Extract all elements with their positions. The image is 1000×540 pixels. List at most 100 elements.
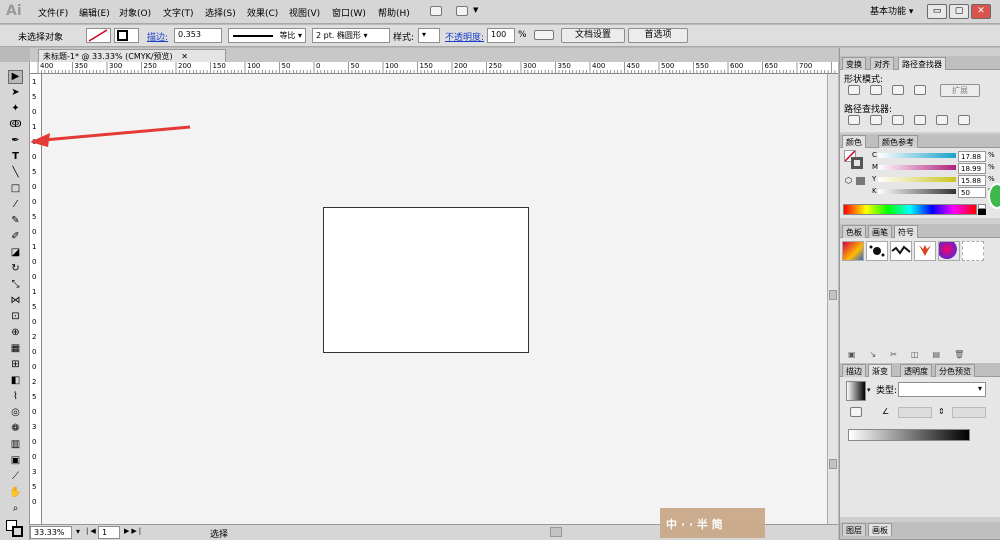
recolor-icon[interactable] (534, 30, 554, 40)
blend-tool-icon[interactable]: ◎ (8, 406, 23, 420)
color-stroke-swatch[interactable] (851, 157, 863, 169)
slice-tool-icon[interactable]: ⟋ (8, 470, 23, 484)
channel-value-field[interactable]: 50 (958, 187, 986, 198)
tab-layers[interactable]: 图层 (842, 523, 866, 536)
style-select[interactable]: ▾ (418, 28, 440, 43)
maximize-button[interactable]: ▢ (949, 4, 969, 19)
crop-icon[interactable] (914, 115, 926, 125)
reverse-gradient-icon[interactable] (850, 407, 862, 417)
exclude-icon[interactable] (914, 85, 926, 95)
perspective-grid-tool-icon[interactable]: ▦ (8, 342, 23, 356)
opacity-label[interactable]: 不透明度: (445, 30, 484, 43)
document-tab[interactable]: 未标题-1* @ 33.33% (CMYK/预览) ✕ (38, 49, 226, 62)
scroll-thumb[interactable] (829, 459, 837, 469)
symbol-swatch[interactable] (914, 241, 936, 261)
symbol-swatch[interactable] (890, 241, 912, 261)
menu-window[interactable]: 窗口(W) (332, 6, 366, 19)
direct-selection-tool-icon[interactable]: ➤ (8, 86, 23, 100)
tab-align[interactable]: 对齐 (870, 57, 894, 70)
pencil-tool-icon[interactable]: ✎ (8, 214, 23, 228)
tab-gradient[interactable]: 渐变 (868, 364, 892, 377)
blob-brush-tool-icon[interactable]: ✐ (8, 230, 23, 244)
symbol-swatch[interactable] (938, 241, 960, 261)
arrange-documents-icon[interactable] (456, 6, 468, 16)
tab-color[interactable]: 颜色 (842, 135, 866, 148)
out-of-gamut-swatch[interactable] (856, 177, 865, 185)
stroke-color-swatch[interactable] (114, 28, 139, 43)
scale-tool-icon[interactable]: ⤡ (8, 278, 23, 292)
tab-brushes[interactable]: 画笔 (868, 225, 892, 238)
menu-type[interactable]: 文字(T) (163, 6, 194, 19)
gradient-slider[interactable] (848, 429, 970, 441)
stroke-swatch[interactable] (12, 526, 23, 537)
selection-tool-icon[interactable]: ▶ (8, 70, 23, 84)
shape-builder-tool-icon[interactable]: ⊕ (8, 326, 23, 340)
angle-field[interactable] (898, 407, 932, 418)
unite-icon[interactable] (848, 85, 860, 95)
close-tab-icon[interactable]: ✕ (181, 52, 188, 61)
floating-green-badge[interactable] (988, 183, 1000, 209)
document-setup-button[interactable]: 文档设置 (561, 28, 625, 43)
gradient-dropdown-icon[interactable]: ▾ (867, 386, 871, 394)
hand-tool-icon[interactable]: ✋ (8, 486, 23, 500)
opacity-field[interactable]: 100 (487, 28, 515, 43)
artboard[interactable] (323, 207, 529, 353)
color-spectrum[interactable] (843, 204, 977, 215)
rotate-tool-icon[interactable]: ↻ (8, 262, 23, 276)
stroke-weight-field[interactable]: 0.353 (174, 28, 222, 43)
channel-value-field[interactable]: 17.88 (958, 151, 986, 162)
channel-slider[interactable] (878, 165, 956, 170)
gradient-tool-icon[interactable]: ◧ (8, 374, 23, 388)
tab-transform[interactable]: 变换 (842, 57, 866, 70)
tab-color-guide[interactable]: 颜色参考 (878, 135, 918, 148)
tab-stroke[interactable]: 描边 (842, 364, 866, 377)
gradient-preview[interactable] (846, 381, 866, 401)
menu-file[interactable]: 文件(F) (38, 6, 68, 19)
close-window-button[interactable]: ✕ (971, 4, 991, 19)
channel-slider[interactable] (878, 177, 956, 182)
tab-transparency[interactable]: 透明度 (900, 364, 932, 377)
line-tool-icon[interactable]: ╲ (8, 166, 23, 180)
scroll-thumb[interactable] (829, 290, 837, 300)
symbol-panel-toolbar[interactable]: ▣↘✂◫▤🗑 (848, 350, 978, 359)
magic-wand-tool-icon[interactable]: ✦ (8, 102, 23, 116)
artboard-tool-icon[interactable]: ▣ (8, 454, 23, 468)
gradient-type-select[interactable]: ▾ (898, 382, 986, 397)
tab-artboards[interactable]: 画板 (868, 523, 892, 536)
menu-view[interactable]: 视图(V) (289, 6, 320, 19)
symbol-swatch[interactable] (866, 241, 888, 261)
lasso-tool-icon[interactable]: ↂ (8, 118, 23, 132)
tab-pathfinder[interactable]: 路径查找器 (898, 57, 946, 70)
tab-separations-preview[interactable]: 分色预览 (935, 364, 975, 377)
tab-symbols[interactable]: 符号 (894, 225, 918, 238)
channel-slider[interactable] (878, 189, 956, 194)
vertical-scrollbar[interactable] (827, 74, 838, 524)
zoom-field[interactable]: 33.33% (30, 526, 72, 539)
zoom-dropdown-icon[interactable]: ▾ (76, 527, 80, 536)
stroke-profile-select[interactable]: 等比 ▾ (228, 28, 306, 43)
minimize-button[interactable]: ▭ (927, 4, 947, 19)
bridge-icon[interactable] (430, 6, 442, 16)
menu-edit[interactable]: 编辑(E) (79, 6, 110, 19)
eyedropper-tool-icon[interactable]: ⌇ (8, 390, 23, 404)
menu-effect[interactable]: 效果(C) (247, 6, 278, 19)
trim-icon[interactable] (870, 115, 882, 125)
menu-select[interactable]: 选择(S) (205, 6, 236, 19)
width-tool-icon[interactable]: ⋈ (8, 294, 23, 308)
symbol-swatch[interactable] (842, 241, 864, 261)
minus-front-icon[interactable] (870, 85, 882, 95)
fill-color-swatch[interactable] (86, 28, 111, 43)
merge-icon[interactable] (892, 115, 904, 125)
horizontal-scroll-thumb[interactable] (550, 527, 562, 537)
artboard-nav-next-icon[interactable]: ▶▶| (124, 527, 143, 535)
outline-icon[interactable] (936, 115, 948, 125)
stroke-label[interactable]: 描边: (147, 30, 168, 43)
workspace-switcher[interactable]: 基本功能 ▾ (870, 4, 913, 17)
column-graph-tool-icon[interactable]: ▥ (8, 438, 23, 452)
brush-select[interactable]: 2 pt. 椭圆形 ▾ (312, 28, 390, 43)
channel-value-field[interactable]: 18.99 (958, 163, 986, 174)
divide-icon[interactable] (848, 115, 860, 125)
symbol-sprayer-tool-icon[interactable]: ❁ (8, 422, 23, 436)
chevron-down-icon[interactable]: ▼ (473, 6, 478, 14)
black-swatch[interactable] (978, 209, 986, 215)
